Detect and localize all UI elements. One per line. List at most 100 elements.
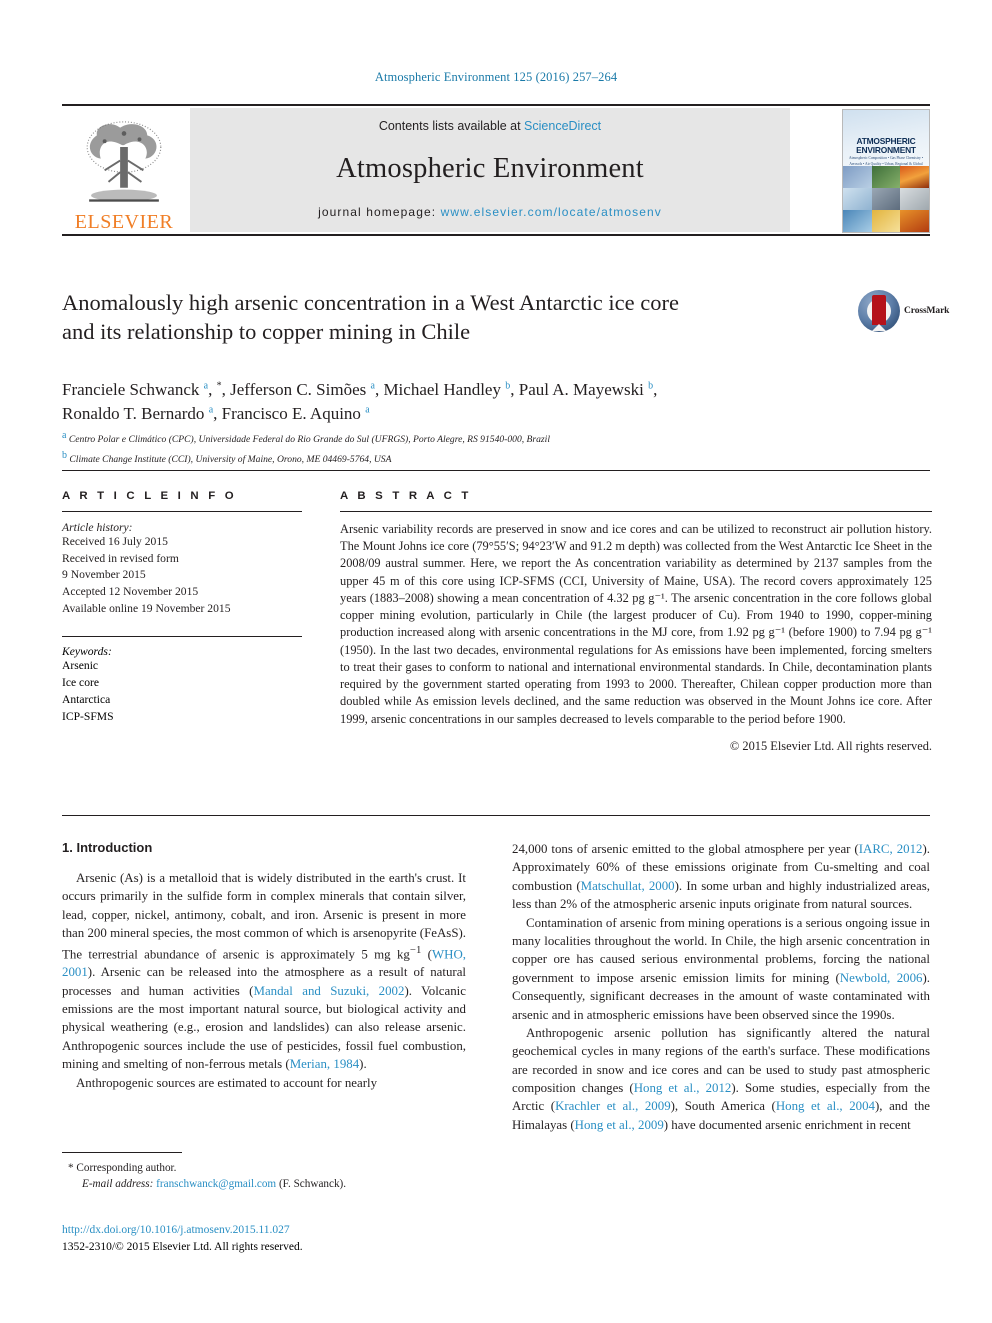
affiliation-b: b Climate Change Institute (CCI), Univer… [62, 450, 392, 466]
divider-below-abstract [62, 815, 930, 816]
citation-hong-2012[interactable]: Hong et al., 2012 [634, 1081, 732, 1095]
corresponding-label: Corresponding author. [73, 1162, 177, 1174]
crossmark-label: CrossMark [904, 306, 950, 316]
affiliation-list: a Centro Polar e Climático (CPC), Univer… [62, 428, 922, 468]
cover-cell [871, 166, 901, 189]
crossmark-badge[interactable]: CrossMark [858, 288, 949, 334]
intro-paragraph-2: Anthropogenic sources are estimated to a… [76, 1075, 378, 1090]
keyword-item: ICP-SFMS [62, 709, 114, 723]
keyword-item: Ice core [62, 676, 100, 690]
intro-paragraph-2-cont: 24,000 tons of arsenic emitted to the gl… [512, 840, 930, 914]
cover-cell [843, 166, 872, 189]
keywords-label: Keywords: [62, 645, 112, 659]
corresponding-author-note: * Corresponding author. [62, 1160, 466, 1176]
body-column-right: 24,000 tons of arsenic emitted to the gl… [512, 840, 930, 1134]
cover-cell [843, 210, 872, 232]
elsevier-logo: ELSEVIER [62, 108, 186, 232]
copyright-notice: © 2015 Elsevier Ltd. All rights reserved… [729, 738, 932, 753]
cover-title-line2: ENVIRONMENT [856, 144, 916, 155]
intro-p1-seg-e: ). [359, 1057, 367, 1072]
intro-paragraph-4: Anthropogenic arsenic pollution has sign… [512, 1024, 930, 1134]
crossmark-icon [858, 290, 900, 332]
intro-r3-seg-e: ) have documented arsenic enrichment in … [663, 1117, 911, 1132]
email-link[interactable]: franschwanck@gmail.com [156, 1178, 276, 1190]
email-label: E-mail address: [82, 1178, 154, 1191]
affiliation-b-text: Climate Change Institute (CCI), Universi… [69, 454, 392, 466]
paper-title-block: Anomalously high arsenic concentration i… [62, 288, 852, 347]
crossmark-book-icon [872, 295, 886, 331]
keywords-list: Arsenic Ice core Antarctica ICP-SFMS [62, 658, 302, 725]
divider-above-abstract [62, 470, 930, 471]
contents-prefix: Contents lists available at [378, 119, 525, 133]
doi-block: http://dx.doi.org/10.1016/j.atmosenv.201… [62, 1222, 482, 1255]
cover-cell [871, 188, 901, 211]
author-list: Franciele Schwanck a, *, Jefferson C. Si… [62, 378, 862, 426]
abstract-text: Arsenic variability records are preserve… [340, 522, 932, 726]
article-info-heading: A R T I C L E I N F O [62, 490, 237, 502]
history-item: 9 November 2015 [62, 568, 146, 582]
cover-cell [900, 210, 929, 232]
doi-link[interactable]: http://dx.doi.org/10.1016/j.atmosenv.201… [62, 1224, 290, 1236]
article-info-panel: A R T I C L E I N F O Article history: R… [62, 490, 302, 725]
citation-hong-2009[interactable]: Hong et al., 2009 [575, 1118, 664, 1132]
footnote-block: * Corresponding author. E-mail address: … [62, 1152, 466, 1192]
intro-paragraph-3: Contamination of arsenic from mining ope… [512, 914, 930, 1024]
journal-reference: Atmospheric Environment 125 (2016) 257–2… [374, 70, 618, 84]
page-title: Anomalously high arsenic concentration i… [62, 288, 852, 347]
journal-masthead: ELSEVIER Contents lists available at Sci… [62, 104, 930, 236]
paper-title-line2: and its relationship to copper mining in… [62, 319, 471, 345]
abstract-rule [340, 511, 932, 512]
intro-paragraph-1: Arsenic (As) is a metalloid that is wide… [62, 869, 466, 1074]
issn-copyright-line: 1352-2310/© 2015 Elsevier Ltd. All right… [62, 1240, 303, 1253]
section-title-introduction: 1. Introduction [62, 840, 153, 855]
article-history-list: Received 16 July 2015 Received in revise… [62, 534, 302, 617]
body-column-left: 1. Introduction Arsenic (As) is a metall… [62, 840, 466, 1092]
cover-cell [900, 166, 929, 189]
citation-merian-1984[interactable]: Merian, 1984 [290, 1057, 359, 1071]
homepage-label: journal homepage: [318, 205, 441, 219]
journal-homepage-line: journal homepage: www.elsevier.com/locat… [318, 205, 662, 219]
paper-title-line1: Anomalously high arsenic concentration i… [62, 290, 679, 315]
citation-matschullat-2000[interactable]: Matschullat, 2000 [581, 879, 675, 893]
citation-krachler-2009[interactable]: Krachler et al., 2009 [555, 1099, 671, 1113]
cover-cell [900, 188, 929, 211]
intro-p1-seg-b: ( [421, 946, 432, 961]
intro-p1-superscript: −1 [409, 943, 422, 956]
keyword-item: Arsenic [62, 659, 99, 673]
homepage-url-link[interactable]: www.elsevier.com/locate/atmosenv [441, 205, 662, 219]
citation-iarc-2012[interactable]: IARC, 2012 [859, 842, 923, 856]
author-line-1: Franciele Schwanck a, *, Jefferson C. Si… [62, 380, 658, 399]
citation-newbold-2006[interactable]: Newbold, 2006 [840, 971, 923, 985]
journal-title: Atmospheric Environment [336, 153, 644, 184]
history-item: Received in revised form [62, 551, 179, 565]
abstract-heading: A B S T R A C T [340, 490, 472, 502]
history-item: Received 16 July 2015 [62, 535, 168, 548]
email-suffix: (F. Schwanck). [276, 1178, 347, 1191]
cover-photo-grid [843, 166, 929, 232]
cover-cell [871, 210, 901, 232]
keyword-item: Antarctica [62, 692, 111, 706]
cover-title: ATMOSPHERIC ENVIRONMENT [843, 136, 929, 155]
elsevier-wordmark: ELSEVIER [74, 211, 174, 233]
citation-mandal-suzuki-2002[interactable]: Mandal and Suzuki, 2002 [253, 984, 404, 998]
affiliation-a: a Centro Polar e Climático (CPC), Univer… [62, 430, 550, 446]
history-item: Accepted 12 November 2015 [62, 585, 199, 599]
contents-available-line: Contents lists available at ScienceDirec… [379, 119, 601, 133]
sciencedirect-link[interactable]: ScienceDirect [524, 119, 601, 133]
article-info-rule [62, 511, 302, 512]
intro-p1-seg-a: Arsenic (As) is a metalloid that is wide… [62, 871, 466, 961]
article-history-label: Article history: [62, 521, 133, 534]
footnote-divider [62, 1152, 182, 1153]
intro-r1-seg-a: 24,000 tons of arsenic emitted to the gl… [512, 842, 859, 856]
author-line-2: Ronaldo T. Bernardo a, Francisco E. Aqui… [62, 404, 370, 424]
keywords-rule [62, 636, 302, 638]
history-item: Available online 19 November 2015 [62, 601, 231, 615]
abstract-panel: A B S T R A C T Arsenic variability reco… [340, 490, 932, 754]
email-note: E-mail address: franschwanck@gmail.com (… [62, 1176, 466, 1192]
journal-cover-thumbnail: ATMOSPHERIC ENVIRONMENT Atmospheric Comp… [842, 109, 930, 233]
affiliation-a-text: Centro Polar e Climático (CPC), Universi… [68, 434, 550, 446]
elsevier-tree-icon [75, 118, 173, 210]
citation-hong-2004[interactable]: Hong et al., 2004 [776, 1099, 875, 1113]
contents-band: Contents lists available at ScienceDirec… [190, 108, 790, 232]
